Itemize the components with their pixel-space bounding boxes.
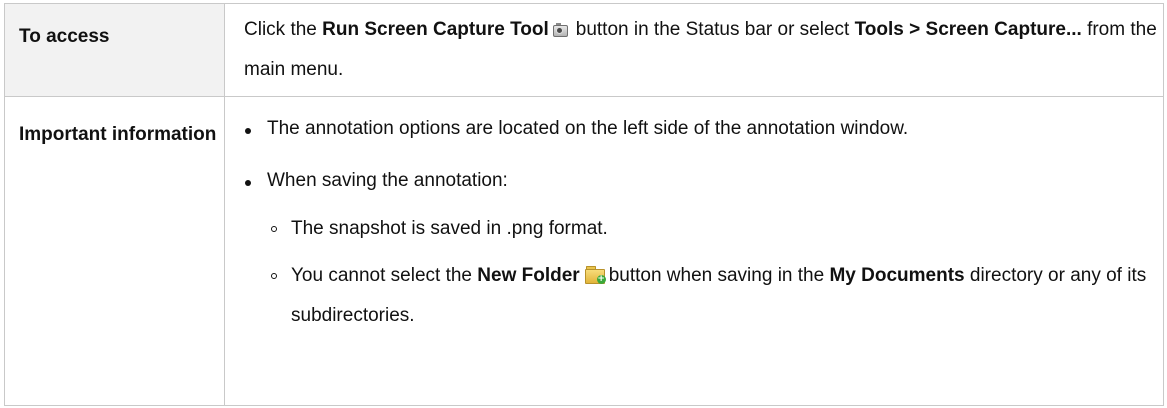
camera-icon bbox=[552, 23, 568, 37]
list-item: The annotation options are located on th… bbox=[244, 108, 1163, 150]
bullet-text-when-saving: When saving the annotation: bbox=[267, 170, 508, 191]
text-status-bar: button in the Status bar or select bbox=[575, 19, 850, 40]
content-to-access: Click the Run Screen Capture Tool button … bbox=[224, 3, 1164, 97]
list-item: When saving the annotation: The snapshot… bbox=[244, 160, 1163, 336]
content-important-information: The annotation options are located on th… bbox=[224, 96, 1164, 406]
label-important-information: Important information bbox=[4, 96, 225, 406]
sub-bullet-list: The snapshot is saved in .png format. Yo… bbox=[267, 209, 1163, 336]
sub-bullet-png-format: The snapshot is saved in .png format. bbox=[291, 218, 608, 239]
sub-list-item: The snapshot is saved in .png format. bbox=[271, 209, 1163, 249]
bold-run-screen-capture-tool: Run Screen Capture Tool bbox=[322, 19, 549, 40]
bullet-text-annotation-options: The annotation options are located on th… bbox=[267, 118, 909, 139]
text-click: Click the bbox=[244, 19, 317, 40]
new-folder-icon: + bbox=[584, 266, 606, 284]
sub-text-cannot-select: You cannot select the bbox=[291, 265, 472, 286]
bold-tools-menu-path: Tools > Screen Capture... bbox=[854, 19, 1082, 40]
sub-list-item: You cannot select the New Folder + button … bbox=[271, 256, 1163, 336]
info-table: To access Click the Run Screen Capture T… bbox=[4, 3, 1164, 406]
bullet-list: The annotation options are located on th… bbox=[244, 97, 1163, 336]
bold-new-folder: New Folder bbox=[477, 265, 580, 286]
sub-text-button-when-saving: button when saving in the bbox=[608, 265, 825, 286]
bold-my-documents: My Documents bbox=[829, 265, 965, 286]
label-to-access: To access bbox=[4, 3, 225, 97]
row-important-information: Important information The annotation opt… bbox=[4, 96, 1164, 406]
row-to-access: To access Click the Run Screen Capture T… bbox=[4, 3, 1164, 97]
